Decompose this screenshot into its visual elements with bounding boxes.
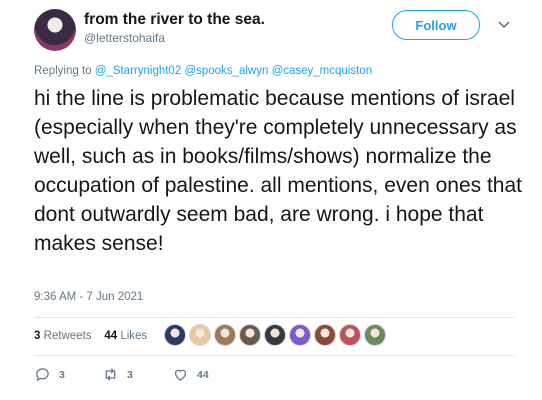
liker-avatar[interactable]: [189, 324, 211, 346]
liker-avatar[interactable]: [214, 324, 236, 346]
divider: [34, 355, 514, 356]
liker-avatar[interactable]: [264, 324, 286, 346]
like-action[interactable]: 44: [172, 366, 209, 383]
profile-avatar[interactable]: [34, 9, 76, 51]
chevron-down-icon[interactable]: [497, 17, 511, 31]
liker-avatars: [164, 324, 389, 346]
retweets-label[interactable]: Retweets: [44, 330, 92, 342]
retweet-icon[interactable]: [102, 366, 119, 383]
tweet-text: hi the line is problematic because menti…: [34, 87, 522, 255]
mention-link[interactable]: @spooks_alwyn: [184, 65, 268, 77]
likes-count[interactable]: 44: [104, 330, 117, 342]
follow-button[interactable]: Follow: [392, 10, 480, 40]
likes-label[interactable]: Likes: [120, 330, 147, 342]
retweet-action[interactable]: 3: [102, 366, 133, 383]
divider: [34, 317, 514, 318]
replying-to-label: Replying to: [34, 65, 92, 77]
liker-avatar[interactable]: [364, 324, 386, 346]
reply-count: 3: [59, 368, 65, 381]
reply-icon[interactable]: [34, 366, 51, 383]
replying-to: Replying to @_Starrynight02 @spooks_alwy…: [34, 65, 372, 77]
heart-icon[interactable]: [172, 366, 189, 383]
liker-avatar[interactable]: [339, 324, 361, 346]
liker-avatar[interactable]: [289, 324, 311, 346]
mention-link[interactable]: @_Starrynight02: [95, 65, 181, 77]
author-handle[interactable]: @letterstohaifa: [84, 31, 165, 45]
retweet-count: 3: [127, 368, 133, 381]
retweets-count[interactable]: 3: [34, 330, 40, 342]
like-count: 44: [197, 368, 209, 381]
liker-avatar[interactable]: [314, 324, 336, 346]
engagement-stats: 3 Retweets 44 Likes: [34, 330, 147, 342]
liker-avatar[interactable]: [164, 324, 186, 346]
author-display-name[interactable]: from the river to the sea.: [84, 11, 265, 29]
tweet-timestamp[interactable]: 9:36 AM - 7 Jun 2021: [34, 291, 143, 303]
liker-avatar[interactable]: [239, 324, 261, 346]
reply-action[interactable]: 3: [34, 366, 65, 383]
mention-link[interactable]: @casey_mcquiston: [272, 65, 373, 77]
